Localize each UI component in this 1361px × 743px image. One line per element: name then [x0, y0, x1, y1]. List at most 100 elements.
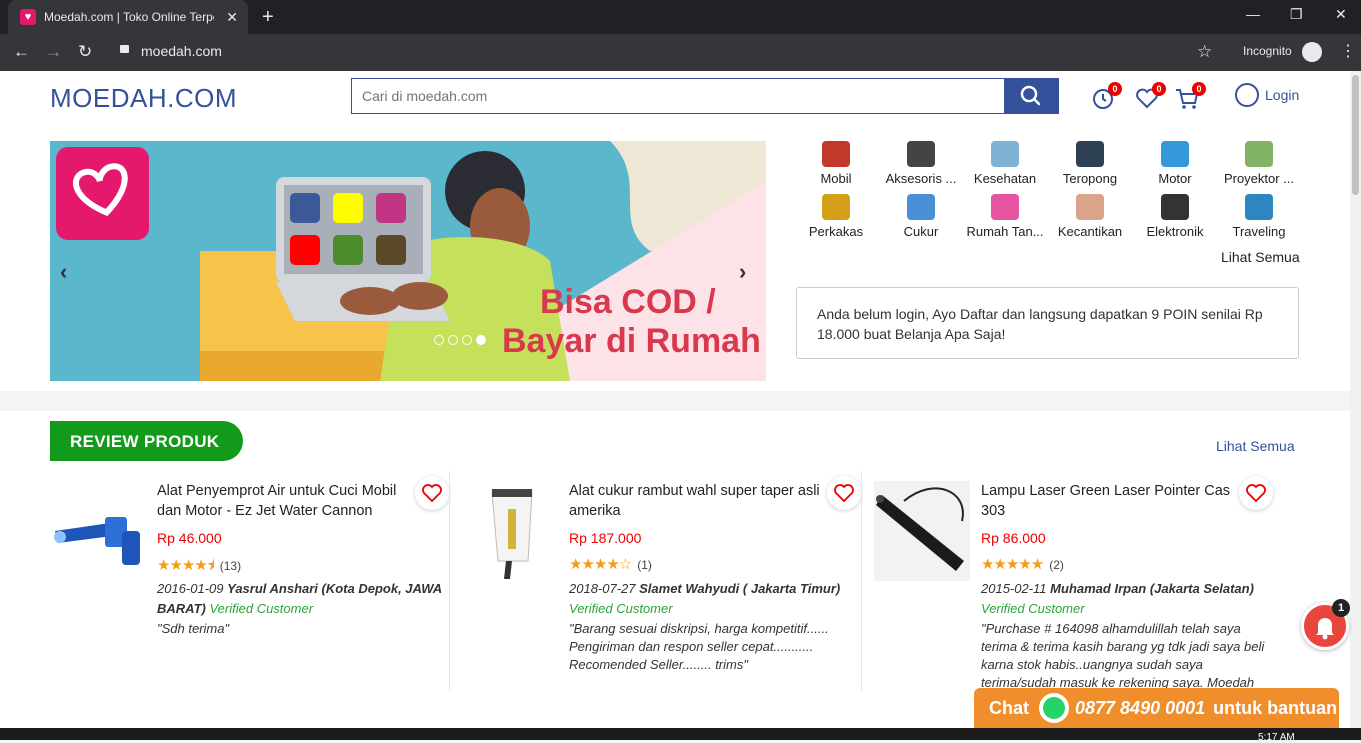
star-rating: ★★★★⯨ (13): [157, 555, 241, 580]
category-item[interactable]: Cukur: [881, 194, 961, 239]
category-label: Perkakas: [808, 224, 864, 239]
wishlist-heart-button[interactable]: [1239, 476, 1273, 510]
category-label: Traveling: [1232, 224, 1286, 239]
banner-dot[interactable]: [434, 335, 444, 345]
product-name[interactable]: Lampu Laser Green Laser Pointer Cas 303: [981, 481, 1241, 521]
product-name[interactable]: Alat Penyemprot Air untuk Cuci Mobil dan…: [157, 481, 417, 521]
scrollbar[interactable]: [1350, 71, 1361, 728]
cart-button[interactable]: 0: [1174, 82, 1206, 111]
whatsapp-chat-button[interactable]: Chat 0877 8490 0001 untuk bantuan: [974, 688, 1339, 728]
login-link[interactable]: Login: [1235, 83, 1299, 107]
category-item[interactable]: Aksesoris ...: [881, 141, 961, 186]
maximize-button[interactable]: ❐: [1290, 6, 1303, 23]
review-meta: 2018-07-27 Slamet Wahyudi ( Jakarta Timu…: [569, 579, 859, 619]
incognito-icon[interactable]: [1302, 42, 1322, 62]
promo-banner[interactable]: Bisa COD / Bayar di Rumah ‹ ›: [50, 141, 766, 381]
cart-badge: 0: [1192, 82, 1206, 96]
category-item[interactable]: Kesehatan: [965, 141, 1045, 186]
categories-see-all[interactable]: Lihat Semua: [1221, 249, 1300, 265]
category-label: Teropong: [1062, 171, 1118, 186]
chat-number: 0877 8490 0001: [1075, 697, 1206, 718]
category-item[interactable]: Traveling: [1219, 194, 1299, 239]
category-item[interactable]: Proyektor ...: [1219, 141, 1299, 186]
binoculars-icon: [1076, 141, 1104, 167]
banner-dot[interactable]: [448, 335, 458, 345]
verified-badge: Verified Customer: [209, 601, 314, 616]
cleaning-icon: [991, 194, 1019, 220]
review-count: (13): [219, 559, 242, 573]
product-price: Rp 46.000: [157, 530, 222, 546]
reviewer-name: Slamet Wahyudi ( Jakarta Timur): [639, 581, 841, 596]
page: MOEDAH.COM 0 0 0 Login: [0, 71, 1350, 728]
tab-close-icon[interactable]: ✕: [226, 9, 238, 26]
login-notice: Anda belum login, Ayo Daftar dan langsun…: [796, 287, 1299, 359]
review-count: (1): [637, 558, 652, 572]
site-logo[interactable]: MOEDAH.COM: [50, 83, 237, 114]
category-item[interactable]: Mobil: [796, 141, 876, 186]
review-quote: "Barang sesuai diskripsi, harga kompetit…: [569, 621, 829, 672]
reviewer-name: Muhamad Irpan (Jakarta Selatan): [1050, 581, 1254, 596]
product-price: Rp 86.000: [981, 530, 1046, 546]
banner-prev-arrow[interactable]: ‹: [60, 259, 67, 285]
camera-icon: [1161, 194, 1189, 220]
reload-button[interactable]: ↻: [78, 42, 92, 62]
chat-label: Chat: [989, 697, 1029, 718]
review-date: 2018-07-27: [569, 581, 636, 596]
review-card[interactable]: Alat Penyemprot Air untuk Cuci Mobil dan…: [50, 471, 450, 691]
heart-icon: [834, 484, 854, 503]
search-button[interactable]: [1004, 78, 1059, 114]
window-close-button[interactable]: ✕: [1335, 6, 1347, 23]
moedah-favicon: ♥: [20, 9, 36, 25]
category-item[interactable]: Elektronik: [1135, 194, 1215, 239]
banner-headline-2: Bayar di Rumah: [502, 322, 761, 360]
projector-icon: [1245, 141, 1273, 167]
search-input[interactable]: [351, 78, 1005, 114]
forward-button[interactable]: →: [45, 42, 62, 62]
lock-icon: [120, 45, 129, 53]
category-item[interactable]: Rumah Tan...: [965, 194, 1045, 239]
category-item[interactable]: Motor: [1135, 141, 1215, 186]
wishlist-button[interactable]: 0: [1134, 82, 1166, 111]
wishlist-heart-button[interactable]: [415, 476, 449, 510]
category-item[interactable]: Teropong: [1050, 141, 1130, 186]
category-item[interactable]: Perkakas: [796, 194, 876, 239]
notification-bell-button[interactable]: 1: [1301, 599, 1350, 650]
banner-next-arrow[interactable]: ›: [739, 259, 746, 285]
review-card[interactable]: Lampu Laser Green Laser Pointer Cas 303 …: [874, 471, 1274, 691]
review-card[interactable]: Alat cukur rambut wahl super taper asli …: [462, 471, 862, 691]
incognito-label: Incognito: [1243, 44, 1292, 58]
scrollbar-thumb[interactable]: [1352, 75, 1359, 195]
motor-part-icon: [1161, 141, 1189, 167]
car-steering-icon: [822, 141, 850, 167]
wishlist-heart-button[interactable]: [827, 476, 861, 510]
browser-menu-icon[interactable]: ⋮: [1340, 41, 1356, 61]
stars: ★★★★★: [981, 556, 1044, 573]
minimize-button[interactable]: —: [1246, 6, 1260, 22]
review-quote: "Purchase # 164098 alhamdulillah telah s…: [981, 621, 1265, 690]
new-tab-button[interactable]: +: [262, 6, 274, 29]
banner-dot[interactable]: [462, 335, 472, 345]
back-button[interactable]: ←: [13, 42, 30, 62]
browser-tab[interactable]: ♥ Moedah.com | Toko Online Terpe ✕: [8, 0, 248, 34]
tab-title: Moedah.com | Toko Online Terpe: [44, 10, 214, 24]
banner-dot-active[interactable]: [476, 335, 486, 345]
site-header: MOEDAH.COM 0 0 0 Login: [0, 71, 1350, 123]
divider: [861, 471, 862, 691]
history-button[interactable]: 0: [1090, 82, 1122, 111]
stars: ★★★★☆: [569, 556, 632, 573]
category-label: Elektronik: [1146, 224, 1204, 239]
reviews-see-all[interactable]: Lihat Semua: [1216, 438, 1295, 454]
product-name[interactable]: Alat cukur rambut wahl super taper asli …: [569, 481, 829, 521]
review-title: REVIEW PRODUK: [50, 421, 243, 461]
bookmark-star-icon[interactable]: ☆: [1197, 42, 1212, 62]
category-label: Rumah Tan...: [966, 224, 1044, 239]
drill-icon: [822, 194, 850, 220]
address-bar: ← → ↻ moedah.com ☆ Incognito ⋮: [0, 34, 1361, 71]
review-meta: 2016-01-09 Yasrul Anshari (Kota Depok, J…: [157, 579, 447, 619]
laser-pointer-image: [874, 481, 970, 581]
product-price: Rp 187.000: [569, 530, 642, 546]
heart-icon: [422, 484, 442, 503]
url-field[interactable]: moedah.com: [141, 43, 222, 59]
verified-badge: Verified Customer: [981, 601, 1085, 616]
category-item[interactable]: Kecantikan: [1050, 194, 1130, 239]
